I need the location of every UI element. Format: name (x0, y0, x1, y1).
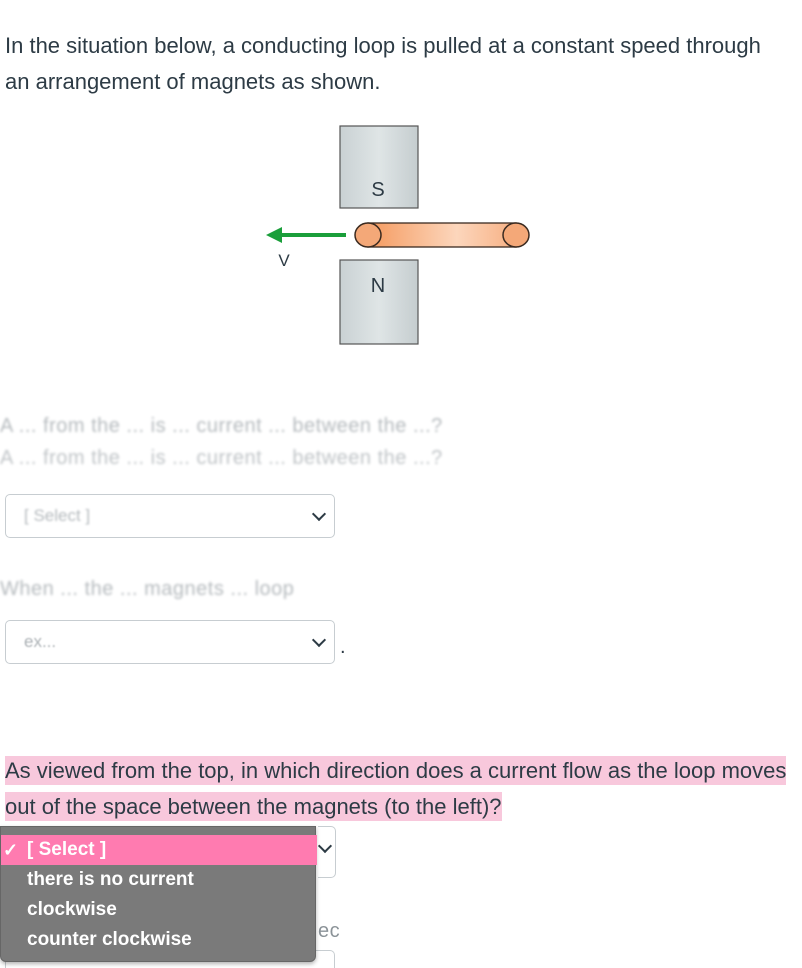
dropdown-option-select[interactable]: ✓ [ Select ] (1, 835, 317, 865)
question3-text: As viewed from the top, in which directi… (5, 756, 787, 821)
question3-trailing-text: ec (318, 920, 341, 942)
intro-text: In the situation below, a conducting loo… (5, 33, 761, 94)
top-magnet-label: S (371, 179, 384, 201)
velocity-label: V (278, 251, 290, 270)
question2-select-value: ex... (24, 632, 57, 651)
check-icon: ✓ (3, 840, 19, 860)
question2-text: When ... the ... magnets ... loop (0, 578, 295, 600)
dropdown-option-label: clockwise (27, 899, 117, 920)
chevron-down-icon (311, 506, 327, 522)
question2-line: When ... the ... magnets ... loop (0, 578, 802, 606)
question2-period: . (340, 636, 346, 658)
velocity-arrow-head (266, 227, 282, 243)
dropdown-option-counter-clockwise[interactable]: counter clockwise (1, 925, 317, 955)
dropdown-option-clockwise[interactable]: clockwise (1, 895, 317, 925)
dropdown-option-label: counter clockwise (27, 929, 192, 950)
chevron-down-icon (317, 838, 333, 854)
question3-select-edge[interactable] (317, 826, 336, 878)
figure-svg: S N V (266, 125, 530, 345)
question1-select-value: [ Select ] (24, 506, 91, 525)
question3-text-block: As viewed from the top, in which directi… (5, 753, 802, 825)
magnet-loop-figure: S N V (262, 124, 532, 348)
loop-left-end (354, 222, 382, 248)
question1-line1: A ... from the ... is ... current ... be… (0, 415, 802, 443)
question1-line2: A ... from the ... is ... current ... be… (0, 447, 802, 475)
dropdown-option-no-current[interactable]: there is no current (1, 865, 317, 895)
bottom-magnet (339, 259, 419, 345)
question1-select[interactable]: [ Select ] (5, 494, 335, 538)
question1-text-line2: A ... from the ... is ... current ... be… (0, 447, 443, 469)
question3-dropdown-menu[interactable]: ✓ [ Select ] there is no current clockwi… (0, 826, 317, 962)
loop-right-end (502, 222, 530, 248)
loop-body (367, 222, 517, 248)
question1-text: A ... from the ... is ... current ... be… (0, 415, 443, 437)
question2-select[interactable]: ex... (5, 620, 335, 664)
bottom-magnet-label: N (371, 275, 385, 297)
question3-trailing: ec (318, 920, 802, 948)
dropdown-option-label: there is no current (27, 869, 194, 890)
chevron-down-icon (311, 632, 327, 648)
dropdown-option-label: [ Select ] (27, 839, 107, 860)
